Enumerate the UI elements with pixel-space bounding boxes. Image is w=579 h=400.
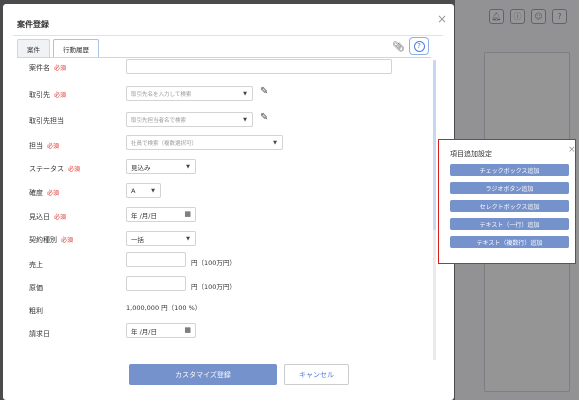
expected-date-input[interactable]: 年 /月/日 ▦ [126, 207, 196, 222]
edit-icon[interactable]: ✎ [260, 112, 268, 123]
add-select-box-button[interactable]: セレクトボックス追加 [450, 200, 569, 212]
calendar-icon[interactable]: ▦ [184, 326, 191, 334]
select-value: 見込み [131, 163, 151, 172]
tab-case[interactable]: 案件 [17, 39, 50, 57]
paperclip-icon[interactable]: 📎︎ [392, 42, 405, 53]
placeholder-text: 取引先担当者名で検索 [131, 117, 187, 124]
label-text: 案件名 [29, 64, 50, 72]
label-text: 取引先担当 [29, 117, 64, 125]
modal-title: 案件登録 [17, 20, 49, 29]
edit-icon[interactable]: ✎ [260, 86, 268, 97]
label-text: 確度 [29, 189, 43, 197]
label-text: 取引先 [29, 91, 50, 99]
add-radio-button[interactable]: ラジオボタン追加 [450, 182, 569, 194]
field-label-status: ステータス 必須 [29, 164, 80, 174]
chevron-down-icon: ▼ [273, 140, 277, 146]
name-input[interactable] [126, 59, 392, 74]
field-label-client: 取引先 必須 [29, 90, 66, 100]
field-label-sales: 売上 [29, 260, 43, 270]
add-checkbox-button[interactable]: チェックボックス追加 [450, 164, 569, 176]
label-text: 請求日 [29, 330, 50, 338]
field-label-name: 案件名 必須 [29, 63, 66, 73]
cost-input[interactable] [126, 276, 186, 291]
add-field-settings-panel: 項目追加設定 × チェックボックス追加 ラジオボタン追加 セレクトボックス追加 … [438, 139, 576, 264]
chevron-down-icon: ▼ [243, 91, 247, 97]
divider [13, 35, 443, 36]
help-icon: ? [413, 40, 425, 52]
tab-bar: 案件 行動履歴 [17, 39, 99, 57]
date-value: 年 /月/日 [131, 211, 157, 220]
cost-unit: 円（100万円） [191, 283, 236, 291]
date-value: 年 /月/日 [131, 327, 157, 336]
label-text: ステータス [29, 165, 64, 173]
label-text: 担当 [29, 142, 43, 150]
gross-profit-value: 1,000,000 円（100 %） [126, 304, 202, 312]
required-badge: 必須 [47, 143, 60, 150]
calendar-icon[interactable]: ▦ [184, 210, 191, 218]
chevron-down-icon: ▼ [243, 117, 247, 123]
field-label-owner: 担当 必須 [29, 141, 59, 151]
select-value: A [131, 186, 136, 195]
certainty-select[interactable]: A ▼ [126, 183, 161, 198]
client-select[interactable]: 取引先名を入力して検索 ▼ [126, 86, 253, 101]
label-text: 契約種別 [29, 236, 57, 244]
help-button[interactable]: ? [409, 37, 429, 55]
status-select[interactable]: 見込み ▼ [126, 159, 196, 174]
required-badge: 必須 [54, 65, 67, 72]
required-badge: 必須 [47, 190, 60, 197]
chevron-down-icon: ▼ [186, 164, 190, 170]
case-registration-modal: 案件登録 × 案件 行動履歴 📎︎ ? 案件名 必須 取引先 必須 取引先名を入力し… [3, 4, 454, 400]
field-label-expected-date: 見込日 必須 [29, 212, 66, 222]
label-text: 粗利 [29, 307, 43, 315]
owner-select[interactable]: 社員で検索（複数選択可） ▼ [126, 135, 283, 150]
close-icon[interactable]: × [568, 145, 576, 155]
field-label-certainty: 確度 必須 [29, 188, 59, 198]
close-icon[interactable]: × [437, 12, 447, 26]
sales-input[interactable] [126, 252, 186, 267]
required-badge: 必須 [54, 92, 67, 99]
label-text: 原価 [29, 284, 43, 292]
scrollbar-thumb[interactable] [433, 60, 436, 230]
field-label-client-contact: 取引先担当 [29, 116, 64, 126]
contract-type-select[interactable]: 一括 ▼ [126, 231, 196, 246]
required-badge: 必須 [68, 166, 81, 173]
billing-date-input[interactable]: 年 /月/日 ▦ [126, 323, 196, 338]
placeholder-text: 取引先名を入力して検索 [131, 91, 192, 98]
label-text: 売上 [29, 261, 43, 269]
label-text: 見込日 [29, 213, 50, 221]
field-label-gross-profit: 粗利 [29, 306, 43, 316]
chevron-down-icon: ▼ [186, 236, 190, 242]
sales-unit: 円（100万円） [191, 259, 236, 267]
client-contact-select[interactable]: 取引先担当者名で検索 ▼ [126, 112, 253, 127]
field-label-cost: 原価 [29, 283, 43, 293]
cancel-button[interactable]: キャンセル [284, 364, 349, 385]
divider [17, 57, 431, 58]
select-value: 一括 [131, 235, 144, 244]
required-badge: 必須 [61, 237, 74, 244]
placeholder-text: 社員で検索（複数選択可） [131, 140, 198, 147]
add-text-multi-line-button[interactable]: テキスト（複数行）追加 [450, 236, 569, 248]
required-badge: 必須 [54, 214, 67, 221]
customize-register-button[interactable]: カスタマイズ登録 [129, 364, 277, 385]
tab-activity-history[interactable]: 行動履歴 [53, 39, 99, 57]
chevron-down-icon: ▼ [151, 188, 155, 194]
field-label-billing-date: 請求日 [29, 329, 50, 339]
field-label-contract-type: 契約種別 必須 [29, 235, 73, 245]
panel-title: 項目追加設定 [450, 150, 492, 158]
add-text-single-line-button[interactable]: テキスト（一行）追加 [450, 218, 569, 230]
